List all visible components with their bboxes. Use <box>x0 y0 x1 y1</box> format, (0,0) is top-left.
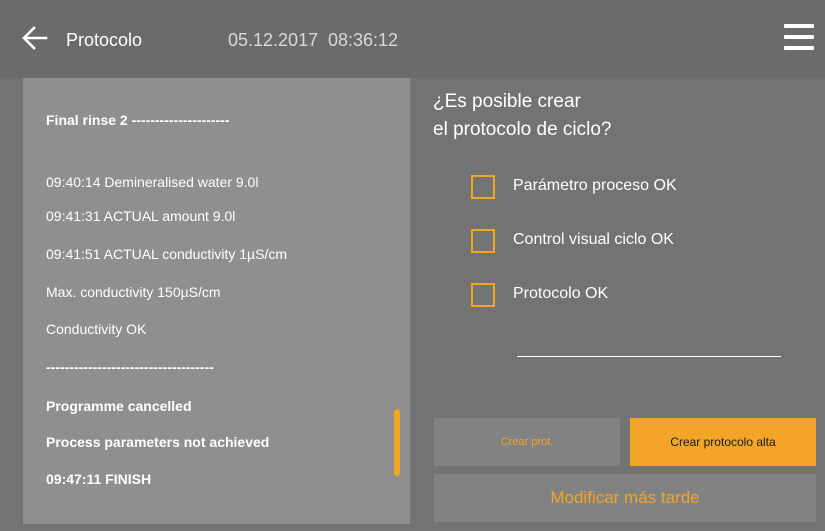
create-release-protocol-button[interactable]: Crear protocolo alta <box>630 418 816 466</box>
protocol-log-panel[interactable]: Final rinse 2 --------------------- 09:4… <box>23 78 410 524</box>
create-protocol-button[interactable]: Crear prot. <box>434 418 620 466</box>
checkbox-label: Control visual ciclo OK <box>513 231 674 248</box>
checkbox-label: Protocolo OK <box>513 285 609 302</box>
log-line: 09:41:51 ACTUAL conductivity 1µS/cm <box>46 246 287 262</box>
log-line: 09:47:11 FINISH <box>46 471 152 487</box>
signature-line[interactable] <box>517 356 781 357</box>
log-line: Max. conductivity 150µS/cm <box>46 284 221 300</box>
scrollbar-thumb[interactable] <box>394 409 400 476</box>
checkbox-square[interactable] <box>471 283 495 307</box>
log-line: ------------------------------------ <box>46 359 214 375</box>
header-date: 05.12.2017 <box>228 30 319 50</box>
question-text: ¿Es posible crear el protocolo de ciclo? <box>433 88 612 144</box>
log-line: Programme cancelled <box>46 398 192 414</box>
hamburger-menu-icon <box>784 24 814 28</box>
log-line: Process parameters not achieved <box>46 434 270 450</box>
menu-button[interactable] <box>784 24 814 50</box>
question-line-2: el protocolo de ciclo? <box>433 119 612 140</box>
log-line: Conductivity OK <box>46 321 147 337</box>
arrow-left-icon <box>22 26 48 50</box>
log-line: 09:41:31 ACTUAL amount 9.0l <box>46 208 236 224</box>
checkbox-label: Parámetro proceso OK <box>513 177 677 194</box>
checkbox-square[interactable] <box>471 229 495 253</box>
header-time: 08:36:12 <box>328 30 399 50</box>
page-title: Protocolo <box>66 30 143 50</box>
log-line: Final rinse 2 --------------------- <box>46 112 230 128</box>
checkbox-square[interactable] <box>471 175 495 199</box>
modify-later-button[interactable]: Modificar más tarde <box>434 474 816 522</box>
back-button[interactable] <box>20 23 50 53</box>
top-bar: Protocolo 05.12.2017 08:36:12 <box>0 0 825 78</box>
log-line: 09:40:14 Demineralised water 9.0l <box>46 174 259 190</box>
question-line-1: ¿Es posible crear <box>433 91 581 112</box>
